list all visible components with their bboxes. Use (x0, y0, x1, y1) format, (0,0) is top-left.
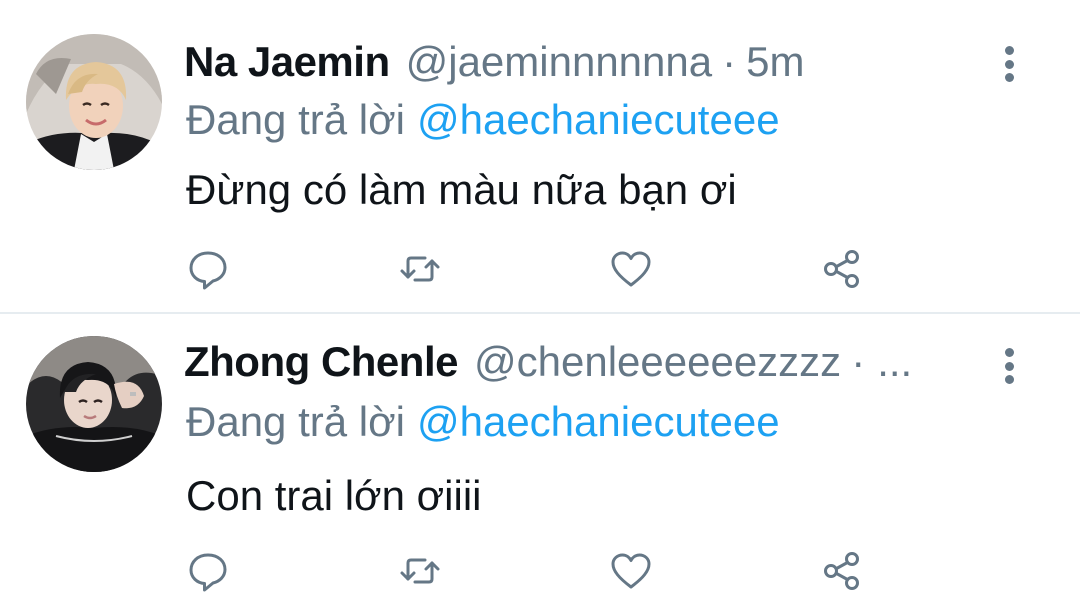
reply-bubble-icon (189, 251, 227, 290)
timestamp[interactable]: 5m (746, 38, 804, 86)
tweet-actions (0, 546, 1080, 596)
display-name[interactable]: Na Jaemin (184, 38, 390, 86)
heart-icon (611, 251, 651, 287)
like-button[interactable] (606, 546, 656, 596)
heart-icon (611, 553, 651, 589)
share-icon (824, 250, 859, 288)
retweet-button[interactable] (395, 546, 445, 596)
display-name[interactable]: Zhong Chenle (184, 338, 458, 386)
tweet-text: Con trai lớn ơiiii (186, 472, 482, 519)
user-handle[interactable]: @jaeminnnnnna (406, 38, 713, 86)
separator: · (722, 38, 737, 85)
reply-to-handle-link[interactable]: @haechaniecuteee (417, 96, 780, 143)
tweet-header: Na Jaemin @jaeminnnnnna · 5m (184, 38, 804, 94)
avatar-photo (26, 34, 162, 170)
share-button[interactable] (818, 546, 868, 596)
tweet[interactable]: Na Jaemin @jaeminnnnnna · 5m Đang trả lờ… (0, 0, 1080, 312)
user-handle[interactable]: @chenleeeeeezzzz (474, 338, 841, 386)
replying-to: Đang trả lời @haechaniecuteee (186, 398, 780, 446)
more-vertical-icon[interactable] (994, 342, 1024, 390)
tweet-text: Đừng có làm màu nữa bạn ơi (186, 166, 737, 213)
replying-to: Đang trả lời @haechaniecuteee (186, 96, 780, 144)
replying-to-label: Đang trả lời (186, 398, 405, 445)
share-button[interactable] (818, 244, 868, 294)
avatar[interactable] (26, 34, 162, 170)
more-vertical-icon[interactable] (994, 40, 1024, 88)
retweet-button[interactable] (395, 244, 445, 294)
tweet-actions (0, 244, 1080, 294)
reply-to-handle-link[interactable]: @haechaniecuteee (417, 398, 780, 445)
reply-bubble-icon (189, 553, 227, 592)
like-button[interactable] (606, 244, 656, 294)
retweet-icon (400, 256, 440, 282)
replying-to-label: Đang trả lời (186, 96, 405, 143)
avatar[interactable] (26, 336, 162, 472)
separator: · (851, 338, 866, 385)
avatar-photo (26, 336, 162, 472)
retweet-icon (400, 558, 440, 584)
reply-button[interactable] (183, 546, 233, 596)
tweet-header: Zhong Chenle @chenleeeeeezzzz · ... (184, 338, 912, 394)
share-icon (824, 552, 859, 590)
timestamp[interactable]: ... (877, 338, 912, 386)
reply-button[interactable] (183, 244, 233, 294)
tweet[interactable]: Zhong Chenle @chenleeeeeezzzz · ... Đang… (0, 314, 1080, 615)
